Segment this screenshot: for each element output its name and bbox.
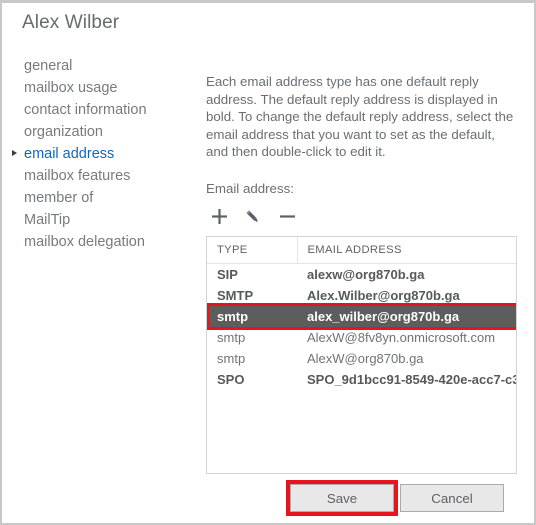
sidebar-item-mailbox-features[interactable]: mailbox features — [2, 165, 192, 187]
table-header-row: TYPE EMAIL ADDRESS — [207, 236, 516, 264]
column-header-type[interactable]: TYPE — [207, 236, 298, 264]
page-title: Alex Wilber — [22, 12, 120, 33]
cell-type: smtp — [217, 329, 246, 345]
sidebar-item-label: contact information — [24, 102, 147, 118]
sidebar-item-label: MailTip — [24, 212, 71, 228]
email-address-label: Email address: — [206, 180, 294, 196]
edit-pencil-icon[interactable] — [240, 205, 266, 229]
chevron-right-icon — [12, 150, 17, 156]
column-header-email-address[interactable]: EMAIL ADDRESS — [297, 236, 516, 264]
table-row[interactable]: SIP alexw@org870b.ga — [207, 263, 516, 285]
remove-icon[interactable] — [274, 205, 300, 229]
sidebar-item-mailbox-delegation[interactable]: mailbox delegation — [2, 231, 192, 253]
cell-email-address: SPO_9d1bcc91-8549-420e-acc7-c3... — [307, 371, 516, 387]
cell-email-address: Alex.Wilber@org870b.ga — [307, 287, 460, 303]
cancel-button[interactable]: Cancel — [400, 484, 504, 512]
table-row[interactable]: SPO SPO_9d1bcc91-8549-420e-acc7-c3... — [207, 369, 516, 390]
sidebar-item-mailbox-usage[interactable]: mailbox usage — [2, 77, 192, 99]
cell-email-address: AlexW@8fv8yn.onmicrosoft.com — [307, 329, 496, 345]
email-address-toolbar — [206, 204, 518, 230]
dialog-footer: Save Cancel — [206, 480, 518, 516]
sidebar-nav: general mailbox usage contact information o… — [2, 55, 192, 253]
dialog-window: Alex Wilber general mailbox usage contact … — [0, 0, 536, 525]
sidebar-item-MailTip[interactable]: MailTip — [2, 209, 192, 231]
table-row[interactable]: smtp AlexW@8fv8yn.onmicrosoft.com — [207, 327, 516, 348]
cell-type: smtp — [217, 308, 249, 324]
sidebar-item-label: mailbox features — [24, 168, 131, 184]
sidebar-item-label: mailbox delegation — [24, 234, 145, 250]
table-body: SIP alexw@org870b.ga SMTP Alex.Wilber@org87… — [207, 263, 516, 390]
sidebar-item-member-of[interactable]: member of — [2, 187, 192, 209]
sidebar-item-label: organization — [24, 124, 103, 140]
email-address-table[interactable]: TYPE EMAIL ADDRESS SIP alexw@org870b.ga SM… — [206, 235, 517, 474]
intro-description: Each email address type has one default … — [206, 74, 514, 160]
add-icon[interactable] — [206, 205, 232, 229]
cell-email-address: alex_wilber@org870b.ga — [307, 308, 460, 324]
sidebar-item-email-address[interactable]: email address — [2, 143, 192, 165]
sidebar-item-contact-information[interactable]: contact information — [2, 99, 192, 121]
cell-type: SPO — [217, 371, 245, 387]
cell-email-address: alexw@org870b.ga — [307, 266, 425, 282]
table-row[interactable]: smtp AlexW@org870b.ga — [207, 348, 516, 369]
email-address-grid: TYPE EMAIL ADDRESS SIP alexw@org870b.ga SM… — [207, 236, 516, 390]
cell-type: smtp — [217, 350, 246, 366]
sidebar-item-organization[interactable]: organization — [2, 121, 192, 143]
sidebar-item-label: member of — [24, 190, 94, 206]
sidebar-item-label: general — [24, 58, 73, 74]
table-row[interactable]: smtp alex_wilber@org870b.ga — [207, 305, 516, 327]
cell-email-address: AlexW@org870b.ga — [307, 350, 424, 366]
main-content: Each email address type has one default … — [206, 73, 518, 474]
sidebar-item-label: email address — [24, 146, 115, 162]
table-row[interactable]: SMTP Alex.Wilber@org870b.ga — [207, 285, 516, 306]
cell-type: SMTP — [217, 287, 254, 303]
sidebar-item-label: mailbox usage — [24, 80, 118, 96]
cell-type: SIP — [217, 266, 238, 282]
save-button[interactable]: Save — [290, 484, 394, 512]
sidebar-item-general[interactable]: general — [2, 55, 192, 77]
